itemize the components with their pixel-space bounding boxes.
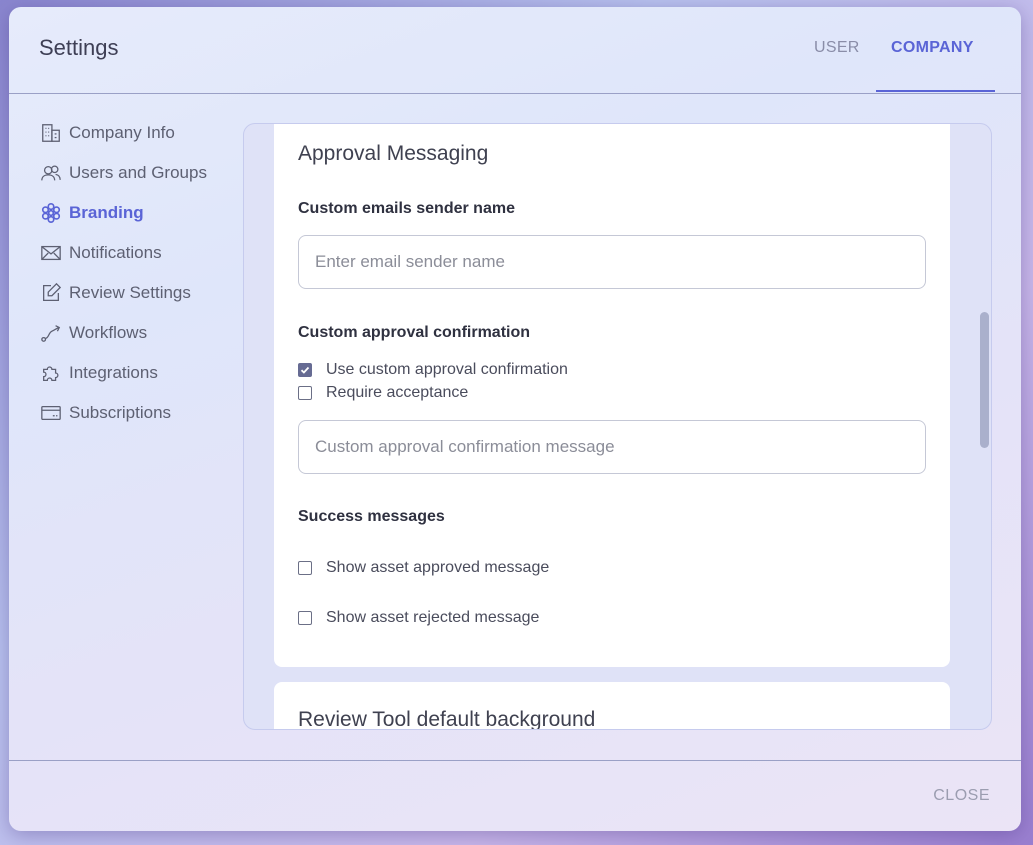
approval-messaging-card: Approval Messaging Custom emails sender … (274, 124, 950, 667)
envelope-icon (39, 241, 63, 265)
approval-confirmation-label: Custom approval confirmation (298, 324, 531, 341)
content-panel: Approval Messaging Custom emails sender … (243, 123, 992, 730)
flower-icon (39, 201, 63, 225)
building-icon (39, 121, 63, 145)
sidebar-nav: Company Info Users and Groups Branding N… (39, 121, 239, 441)
card-icon (39, 401, 63, 425)
checkbox-checked-icon (298, 363, 312, 377)
puzzle-icon (39, 361, 63, 385)
page-title: Settings (39, 35, 119, 60)
sidebar-item-subscriptions[interactable]: Subscriptions (39, 401, 239, 441)
show-rejected-message-checkbox[interactable]: Show asset rejected message (298, 609, 539, 627)
sidebar-item-integrations[interactable]: Integrations (39, 361, 239, 401)
checkbox-label: Use custom approval confirmation (326, 361, 568, 378)
sidebar-item-label: Company Info (69, 123, 175, 142)
sender-name-input[interactable] (298, 235, 926, 289)
confirmation-message-input[interactable] (298, 420, 926, 474)
sidebar-item-label: Branding (69, 203, 144, 222)
checkbox-label: Show asset rejected message (326, 609, 540, 626)
use-custom-confirmation-checkbox[interactable]: Use custom approval confirmation (298, 361, 568, 379)
section-title: Review Tool default background (298, 708, 596, 730)
show-approved-message-checkbox[interactable]: Show asset approved message (298, 559, 549, 577)
sidebar-item-notifications[interactable]: Notifications (39, 241, 239, 281)
route-icon (39, 321, 63, 345)
close-button[interactable]: CLOSE (933, 787, 990, 805)
scrollbar-thumb[interactable] (980, 312, 989, 448)
sidebar-item-workflows[interactable]: Workflows (39, 321, 239, 361)
sidebar-item-branding[interactable]: Branding (39, 201, 239, 241)
checkbox-unchecked-icon (298, 386, 312, 400)
sidebar-item-label: Notifications (69, 243, 162, 262)
dialog-header: Settings USER COMPANY (9, 7, 1021, 94)
dialog-footer: CLOSE (9, 760, 1021, 831)
tab-company[interactable]: COMPANY (891, 39, 974, 57)
sidebar-item-company-info[interactable]: Company Info (39, 121, 239, 161)
sender-name-label: Custom emails sender name (298, 200, 515, 217)
edit-icon (39, 281, 63, 305)
checkbox-unchecked-icon (298, 561, 312, 575)
section-title: Approval Messaging (298, 142, 489, 165)
sidebar-item-review-settings[interactable]: Review Settings (39, 281, 239, 321)
checkbox-label: Require acceptance (326, 384, 469, 401)
sidebar-item-label: Users and Groups (69, 163, 207, 182)
sidebar-item-label: Review Settings (69, 283, 191, 302)
tab-user[interactable]: USER (814, 39, 860, 57)
checkbox-unchecked-icon (298, 611, 312, 625)
sidebar-item-users-and-groups[interactable]: Users and Groups (39, 161, 239, 201)
sidebar-item-label: Workflows (69, 323, 148, 342)
require-acceptance-checkbox[interactable]: Require acceptance (298, 384, 468, 402)
sidebar-item-label: Subscriptions (69, 403, 172, 422)
success-messages-label: Success messages (298, 508, 445, 525)
review-tool-background-card: Review Tool default background (274, 682, 950, 730)
active-tab-indicator (876, 90, 995, 92)
checkbox-label: Show asset approved message (326, 559, 550, 576)
settings-dialog: Settings USER COMPANY Company Info Users… (9, 7, 1021, 831)
users-icon (39, 161, 63, 185)
sidebar-item-label: Integrations (69, 363, 158, 382)
